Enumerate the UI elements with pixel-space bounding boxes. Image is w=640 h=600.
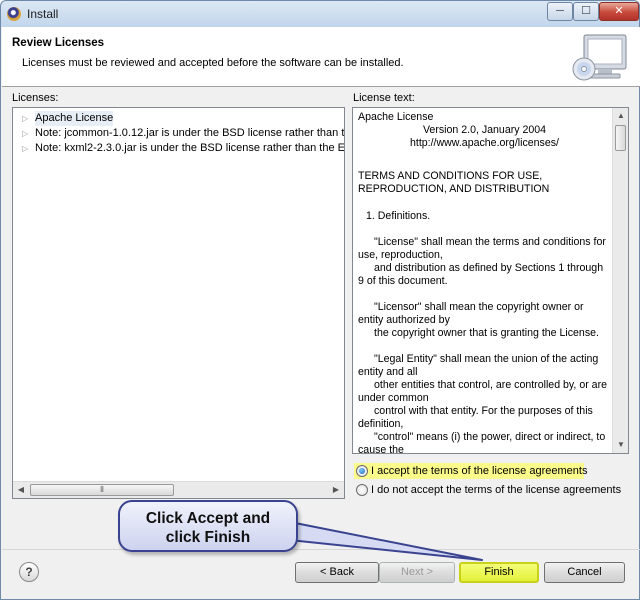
scroll-left-icon[interactable]: ◀ — [13, 482, 29, 498]
licenses-tree[interactable]: ▷ Apache License ▷ Note: jcommon-1.0.12.… — [12, 107, 345, 499]
wizard-header: Review Licenses Licenses must be reviewe… — [2, 27, 640, 87]
finish-button[interactable]: Finish — [459, 562, 539, 583]
license-item[interactable]: ▷ Apache License — [13, 111, 344, 126]
license-text-label: License text: — [353, 92, 415, 104]
callout-line-1: Click Accept and — [145, 510, 271, 527]
next-button[interactable]: Next > — [379, 562, 455, 583]
minimize-button[interactable]: ─ — [547, 2, 573, 21]
monitor-cd-icon — [572, 34, 627, 81]
accept-radio[interactable]: I accept the terms of the license agreem… — [354, 463, 587, 479]
scroll-up-icon[interactable]: ▲ — [613, 108, 628, 124]
license-item[interactable]: ▷ Note: jcommon-1.0.12.jar is under the … — [13, 126, 344, 141]
eclipse-app-icon — [7, 7, 21, 21]
page-description: Licenses must be reviewed and accepted b… — [22, 57, 404, 69]
license-item[interactable]: ▷ Note: kxml2-2.3.0.jar is under the BSD… — [13, 141, 344, 156]
close-button[interactable]: ✕ — [599, 2, 639, 21]
vertical-scrollbar[interactable]: ▲ ▼ — [612, 108, 628, 453]
scroll-right-icon[interactable]: ▶ — [328, 482, 344, 498]
radio-selected-icon[interactable] — [356, 465, 368, 477]
license-text-area[interactable]: Apache License Version 2.0, January 2004… — [352, 107, 629, 454]
install-window: Install ─ ☐ ✕ Review Licenses Licenses m… — [0, 0, 640, 600]
cancel-button[interactable]: Cancel — [544, 562, 625, 583]
license-text-body: Apache License Version 2.0, January 2004… — [358, 111, 607, 454]
scrollbar-thumb[interactable] — [615, 125, 626, 151]
horizontal-scrollbar[interactable]: ◀ ⦀ ▶ — [13, 481, 344, 498]
scroll-down-icon[interactable]: ▼ — [613, 437, 628, 453]
instruction-callout: Click Accept and click Finish — [118, 500, 298, 552]
expand-arrow-icon[interactable]: ▷ — [22, 126, 32, 141]
footer-divider — [2, 549, 640, 550]
licenses-label: Licenses: — [12, 92, 59, 104]
radio-unselected-icon[interactable] — [356, 484, 368, 496]
callout-line-2: click Finish — [165, 529, 251, 546]
expand-arrow-icon[interactable]: ▷ — [22, 141, 32, 156]
page-title: Review Licenses — [12, 37, 105, 49]
expand-arrow-icon[interactable]: ▷ — [22, 111, 32, 126]
help-icon[interactable]: ? — [19, 562, 39, 582]
window-title: Install — [27, 7, 59, 21]
maximize-button[interactable]: ☐ — [573, 2, 599, 21]
scrollbar-thumb[interactable]: ⦀ — [30, 484, 174, 496]
back-button[interactable]: < Back — [295, 562, 379, 583]
title-bar: Install ─ ☐ ✕ — [1, 1, 639, 27]
